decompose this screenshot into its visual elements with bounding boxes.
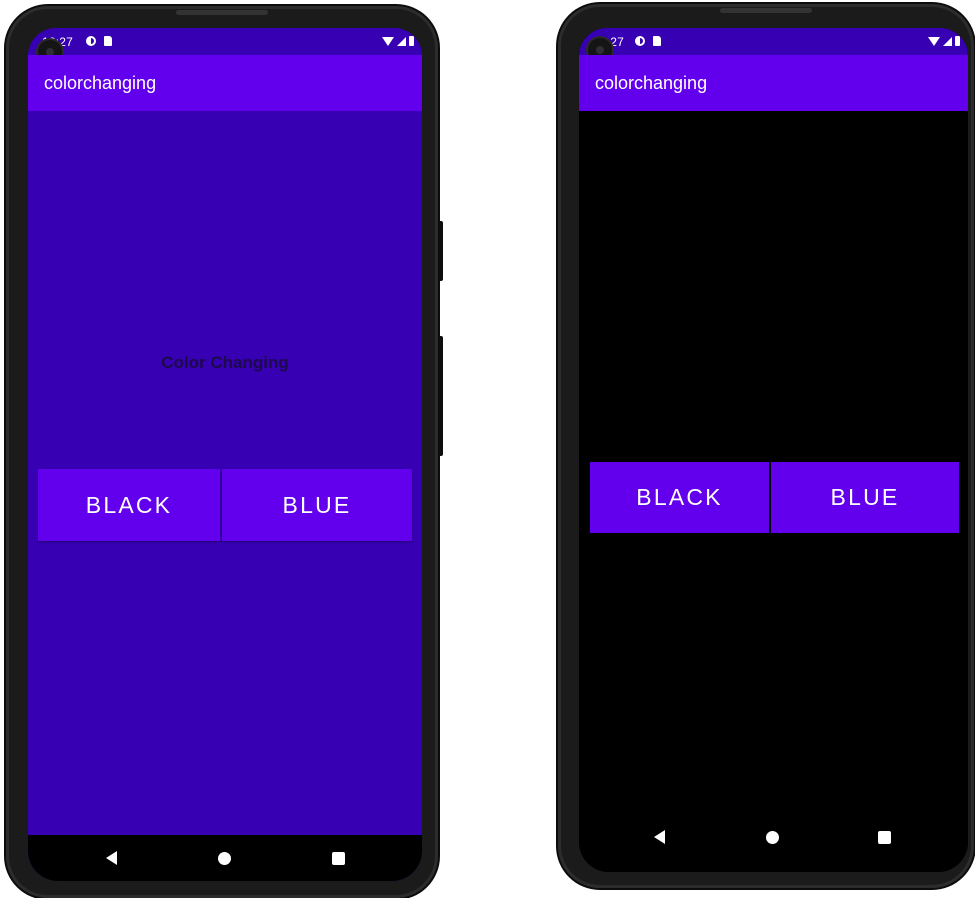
blue-button[interactable]: BLUE <box>771 462 959 533</box>
sd-card-icon <box>104 36 112 46</box>
status-right-icons <box>382 36 414 46</box>
navigation-bar <box>579 802 968 872</box>
phone-frame-left: 12:27 colorchanging Color Changing BLACK… <box>6 6 443 898</box>
button-row: BLACK BLUE <box>590 462 959 533</box>
battery-icon <box>409 36 414 46</box>
battery-icon <box>955 36 960 46</box>
phone-screen: 12:27 colorchanging Color Changing BLACK… <box>28 28 422 881</box>
app-title: colorchanging <box>595 73 708 93</box>
back-icon[interactable] <box>654 830 665 844</box>
volume-button <box>438 221 443 281</box>
wifi-icon <box>928 36 940 46</box>
app-bar: colorchanging <box>579 55 968 111</box>
status-bar: 12:27 <box>579 28 968 55</box>
wifi-icon <box>382 36 394 46</box>
recents-icon[interactable] <box>878 831 891 844</box>
home-icon[interactable] <box>766 831 779 844</box>
color-changing-text: Color Changing <box>161 353 289 372</box>
recents-icon[interactable] <box>332 852 345 865</box>
phone-screen: 12:27 colorchanging BLACK BLUE <box>579 28 968 872</box>
sd-card-icon <box>653 36 661 46</box>
black-button[interactable]: BLACK <box>590 462 769 533</box>
phone-frame-right: 12:27 colorchanging BLACK BLUE <box>558 4 974 888</box>
signal-icon <box>943 36 952 46</box>
blue-button[interactable]: BLUE <box>222 469 412 541</box>
power-button <box>438 336 443 456</box>
signal-icon <box>397 36 406 46</box>
speaker-grille <box>720 8 812 13</box>
button-row: BLACK BLUE <box>38 469 412 541</box>
status-bar: 12:27 <box>28 28 422 55</box>
app-bar: colorchanging <box>28 55 422 111</box>
status-right-icons <box>928 36 960 46</box>
speaker-grille <box>176 10 268 15</box>
data-saver-icon <box>635 36 645 46</box>
data-saver-icon <box>86 36 96 46</box>
app-title: colorchanging <box>44 73 157 93</box>
navigation-bar <box>28 835 422 881</box>
home-icon[interactable] <box>218 852 231 865</box>
black-button[interactable]: BLACK <box>38 469 220 541</box>
back-icon[interactable] <box>106 851 117 865</box>
